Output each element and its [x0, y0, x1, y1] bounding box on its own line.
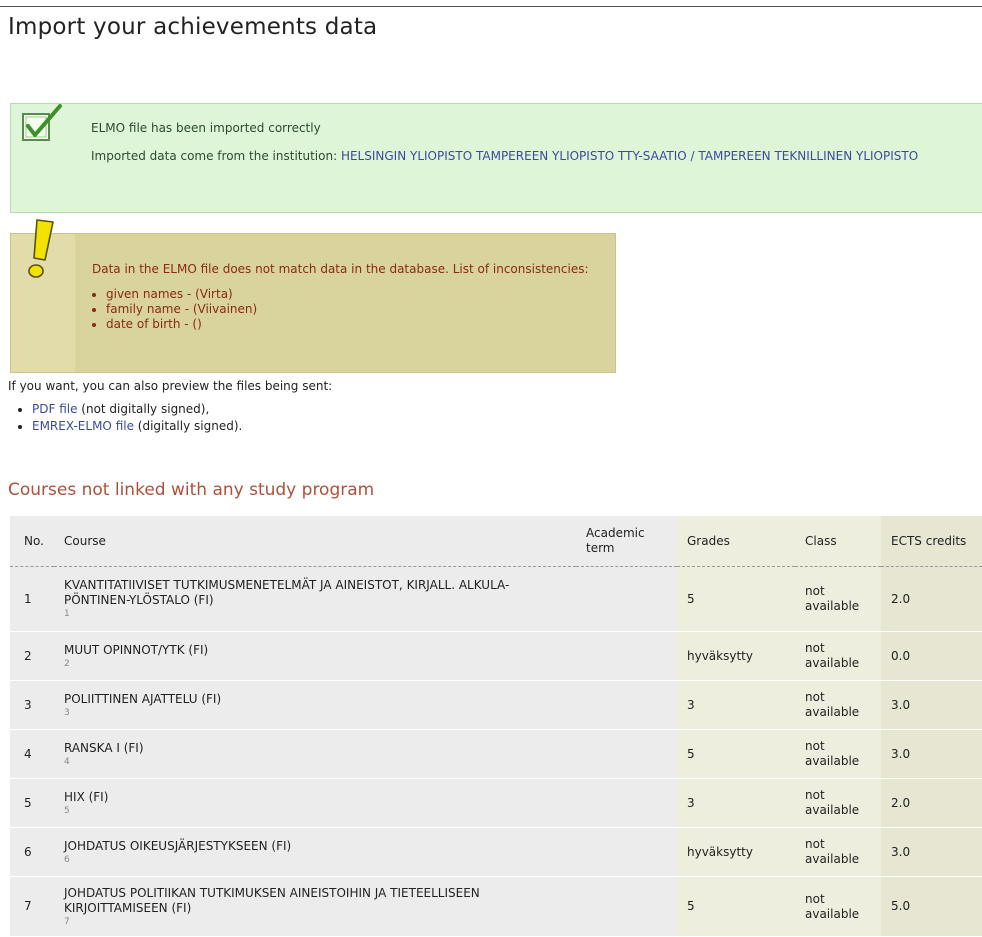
table-row: 6 JOHDATUS OIKEUSJÄRJESTYKSEEN (FI) 6 hy… — [10, 827, 982, 877]
section-title: Courses not linked with any study progra… — [8, 480, 375, 500]
inconsistency-warning: Data in the ELMO file does not match dat… — [10, 219, 616, 373]
elmo-file-note: (digitally signed). — [133, 419, 243, 433]
grade: hyväksytty — [677, 631, 795, 681]
ects-credits: 3.0 — [881, 729, 982, 779]
course-name: RANSKA I (FI) — [64, 740, 144, 755]
class-value: not available — [795, 566, 881, 632]
course-cell: HIX (FI) 5 — [54, 778, 576, 828]
course-cell: RANSKA I (FI) 4 — [54, 729, 576, 779]
table-row: 1 KVANTITATIIVISET TUTKIMUSMENETELMÄT JA… — [10, 566, 982, 632]
academic-term — [576, 876, 677, 937]
page-title: Import your achievements data — [8, 14, 378, 40]
institution-name: HELSINGIN YLIOPISTO TAMPEREEN YLIOPISTO … — [340, 149, 919, 163]
header-no: No. — [10, 516, 54, 567]
elmo-file-item: EMREX-ELMO file (digitally signed). — [32, 418, 242, 435]
success-message-text: ELMO file has been imported correctly — [91, 121, 321, 135]
class-value: not available — [795, 680, 881, 730]
course-name: KVANTITATIIVISET TUTKIMUSMENETELMÄT JA A… — [64, 578, 510, 607]
academic-term — [576, 566, 677, 632]
course-code: 2 — [64, 658, 70, 669]
course-name: JOHDATUS OIKEUSJÄRJESTYKSEEN (FI) — [64, 838, 292, 853]
courses-table: No. Course Academic term Grades Class EC… — [10, 516, 982, 937]
course-name: HIX (FI) — [64, 789, 109, 804]
institution-prefix: Imported data come from the institution: — [91, 149, 341, 163]
inconsistency-list: given names - (Virta) family name - (Vii… — [92, 287, 612, 332]
table-row: 2 MUUT OPINNOT/YTK (FI) 2 hyväksytty not… — [10, 631, 982, 681]
header-course: Course — [54, 516, 576, 567]
row-number: 7 — [10, 876, 54, 937]
ects-credits: 3.0 — [881, 827, 982, 877]
inconsistency-item: family name - (Viivainen) — [106, 302, 612, 317]
course-name: POLIITTINEN AJATTELU (FI) — [64, 691, 222, 706]
ects-credits: 0.0 — [881, 631, 982, 681]
elmo-file-link[interactable]: EMREX-ELMO file — [32, 419, 134, 433]
academic-term — [576, 680, 677, 730]
grade: 5 — [677, 566, 795, 632]
course-code: 6 — [64, 854, 70, 865]
academic-term — [576, 778, 677, 828]
ects-credits: 3.0 — [881, 680, 982, 730]
course-cell: JOHDATUS OIKEUSJÄRJESTYKSEEN (FI) 6 — [54, 827, 576, 877]
table-row: 5 HIX (FI) 5 3 not available 2.0 — [10, 778, 982, 828]
course-name: MUUT OPINNOT/YTK (FI) — [64, 642, 209, 657]
row-number: 6 — [10, 827, 54, 877]
course-cell: POLIITTINEN AJATTELU (FI) 3 — [54, 680, 576, 730]
grade: 5 — [677, 876, 795, 937]
ects-credits: 5.0 — [881, 876, 982, 937]
header-ects: ECTS credits — [881, 516, 982, 567]
row-number: 3 — [10, 680, 54, 730]
row-number: 1 — [10, 566, 54, 632]
grade: 5 — [677, 729, 795, 779]
course-cell: MUUT OPINNOT/YTK (FI) 2 — [54, 631, 576, 681]
row-number: 2 — [10, 631, 54, 681]
course-code: 5 — [64, 805, 70, 816]
preview-files-list: PDF file (not digitally signed), EMREX-E… — [18, 401, 242, 435]
class-value: not available — [795, 778, 881, 828]
warning-message-text: Data in the ELMO file does not match dat… — [92, 262, 589, 276]
row-number: 4 — [10, 729, 54, 779]
academic-term — [576, 827, 677, 877]
header-academic-term: Academic term — [576, 516, 677, 567]
inconsistency-item: date of birth - () — [106, 317, 612, 332]
grade: 3 — [677, 778, 795, 828]
table-row: 4 RANSKA I (FI) 4 5 not available 3.0 — [10, 729, 982, 779]
course-code: 7 — [64, 916, 70, 927]
course-cell: KVANTITATIIVISET TUTKIMUSMENETELMÄT JA A… — [54, 566, 576, 632]
header-class: Class — [795, 516, 881, 567]
academic-term — [576, 631, 677, 681]
import-success-message: ELMO file has been imported correctly Im… — [10, 103, 982, 213]
class-value: not available — [795, 876, 881, 937]
table-row: 7 JOHDATUS POLITIIKAN TUTKIMUKSEN AINEIS… — [10, 876, 982, 937]
class-value: not available — [795, 729, 881, 779]
pdf-file-note: (not digitally signed), — [77, 402, 210, 416]
academic-term — [576, 729, 677, 779]
grade: 3 — [677, 680, 795, 730]
ects-credits: 2.0 — [881, 778, 982, 828]
row-number: 5 — [10, 778, 54, 828]
ects-credits: 2.0 — [881, 566, 982, 632]
class-value: not available — [795, 631, 881, 681]
institution-line: Imported data come from the institution:… — [91, 148, 961, 164]
warning-icon-column — [11, 219, 75, 372]
table-header-row: No. Course Academic term Grades Class EC… — [10, 516, 982, 567]
grade: hyväksytty — [677, 827, 795, 877]
checkmark-icon — [22, 104, 62, 141]
course-code: 1 — [64, 609, 70, 619]
top-divider — [0, 6, 982, 7]
table-row: 3 POLIITTINEN AJATTELU (FI) 3 3 not avai… — [10, 680, 982, 730]
course-code: 3 — [64, 707, 70, 718]
pdf-file-item: PDF file (not digitally signed), — [32, 401, 242, 418]
course-code: 4 — [64, 756, 70, 767]
preview-intro: If you want, you can also preview the fi… — [8, 379, 333, 393]
course-name: JOHDATUS POLITIIKAN TUTKIMUKSEN AINEISTO… — [64, 885, 480, 915]
inconsistency-item: given names - (Virta) — [106, 287, 612, 302]
pdf-file-link[interactable]: PDF file — [32, 402, 77, 416]
course-cell: JOHDATUS POLITIIKAN TUTKIMUKSEN AINEISTO… — [54, 876, 576, 937]
class-value: not available — [795, 827, 881, 877]
header-grades: Grades — [677, 516, 795, 567]
exclamation-icon — [28, 219, 54, 278]
success-icon-column — [11, 104, 79, 212]
